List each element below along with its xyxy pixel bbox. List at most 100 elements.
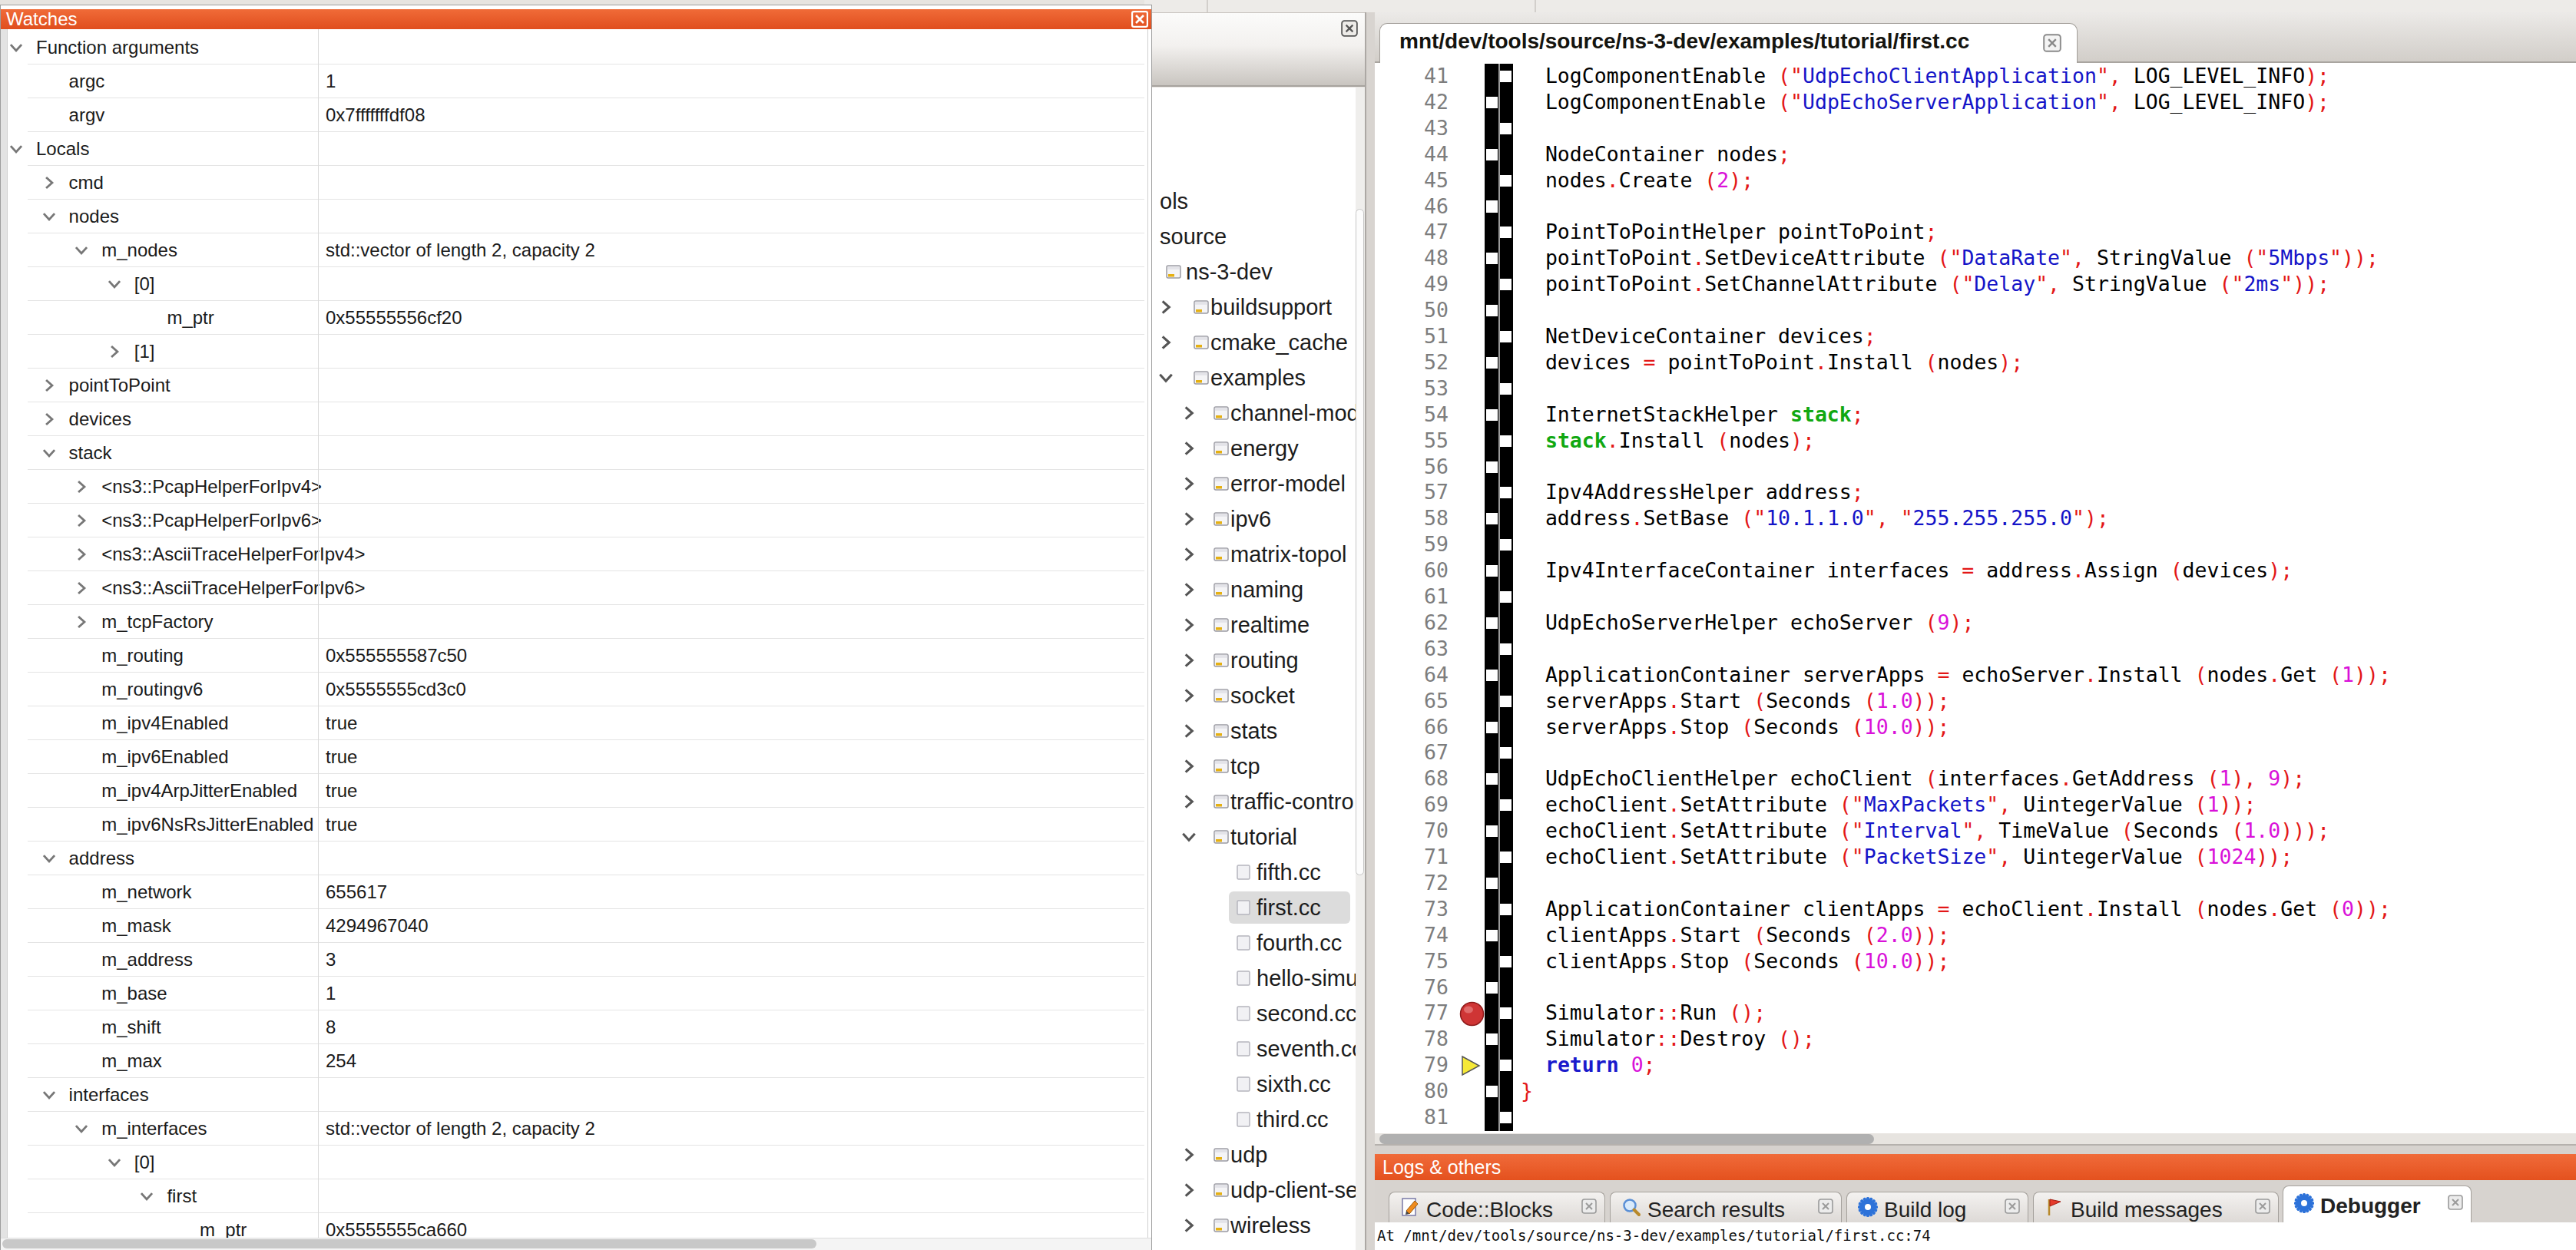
watch-row[interactable]: m_tcpFactory	[8, 605, 1147, 639]
tree-item-tcp[interactable]: tcp	[1151, 749, 1356, 784]
chevron-right-icon[interactable]	[1180, 1216, 1198, 1238]
tree-item-seventh.cc[interactable]: seventh.cc	[1151, 1031, 1356, 1066]
chevron-right-icon[interactable]	[1180, 439, 1198, 461]
logs-tab-code-blocks[interactable]: Code::Blocks	[1389, 1192, 1605, 1222]
chevron-right-icon[interactable]	[1180, 651, 1198, 673]
tree-item-naming[interactable]: naming	[1151, 572, 1356, 607]
chevron-down-icon[interactable]	[1157, 369, 1175, 390]
chevron-right-icon[interactable]	[1180, 510, 1198, 531]
chevron-down-icon[interactable]	[41, 445, 58, 465]
watch-row[interactable]: <ns3::PcapHelperForIpv6>	[8, 504, 1147, 537]
chevron-right-icon[interactable]	[106, 343, 123, 363]
watch-row[interactable]: m_ipv6Enabledtrue	[8, 740, 1147, 774]
watch-row[interactable]: Locals	[8, 132, 1147, 166]
watch-row[interactable]: argc1	[8, 64, 1147, 98]
watch-row[interactable]: first	[8, 1179, 1147, 1213]
chevron-right-icon[interactable]	[1180, 1146, 1198, 1167]
watch-row[interactable]: m_address3	[8, 943, 1147, 977]
tree-item-third.cc[interactable]: third.cc	[1151, 1102, 1356, 1137]
chevron-right-icon[interactable]	[73, 546, 90, 566]
chevron-right-icon[interactable]	[73, 580, 90, 600]
chevron-right-icon[interactable]	[41, 377, 58, 397]
watches-hscroll-thumb[interactable]	[2, 1239, 816, 1248]
tree-item-ipv6[interactable]: ipv6	[1151, 501, 1356, 537]
watch-row[interactable]: <ns3::AsciiTraceHelperForIpv4>	[8, 537, 1147, 571]
tree-item-traffic-contro[interactable]: traffic-contro	[1151, 784, 1356, 819]
project-scrollbar-thumb[interactable]	[1356, 209, 1364, 875]
chevron-right-icon[interactable]	[1180, 616, 1198, 637]
chevron-down-icon[interactable]	[106, 276, 123, 296]
chevron-right-icon[interactable]	[41, 411, 58, 431]
chevron-right-icon[interactable]	[1180, 686, 1198, 708]
tree-item-tutorial[interactable]: tutorial	[1151, 819, 1356, 855]
chevron-right-icon[interactable]	[1180, 545, 1198, 567]
watch-row[interactable]: m_ptr0x55555556cf20	[8, 301, 1147, 335]
project-pane-close-button[interactable]	[1341, 20, 1358, 40]
chevron-down-icon[interactable]	[138, 1188, 155, 1208]
watch-row[interactable]: m_shift8	[8, 1010, 1147, 1044]
tree-item-ns-3-dev[interactable]: ns-3-dev	[1151, 254, 1356, 289]
chevron-right-icon[interactable]	[1180, 1181, 1198, 1202]
watches-close-button[interactable]	[1131, 11, 1148, 31]
tree-item-fifth.cc[interactable]: fifth.cc	[1151, 855, 1356, 890]
chevron-down-icon[interactable]	[106, 1154, 123, 1174]
chevron-down-icon[interactable]	[41, 850, 58, 870]
watch-row[interactable]: <ns3::PcapHelperForIpv4>	[8, 470, 1147, 504]
watch-row[interactable]: stack	[8, 436, 1147, 470]
logs-tab-build-messages[interactable]: Build messages	[2033, 1192, 2279, 1222]
tree-item-error-model[interactable]: error-model	[1151, 466, 1356, 501]
chevron-down-icon[interactable]	[41, 208, 58, 228]
chevron-right-icon[interactable]	[41, 174, 58, 194]
chevron-right-icon[interactable]	[73, 512, 90, 532]
chevron-right-icon[interactable]	[1180, 757, 1198, 779]
tree-item-buildsupport[interactable]: buildsupport	[1151, 289, 1356, 325]
tree-item-stats[interactable]: stats	[1151, 713, 1356, 749]
chevron-down-icon[interactable]	[73, 1120, 90, 1140]
watch-row[interactable]: m_base1	[8, 977, 1147, 1010]
watch-row[interactable]: m_max254	[8, 1044, 1147, 1078]
close-icon[interactable]	[2255, 1199, 2270, 1217]
tree-item-channel-mod[interactable]: channel-mod	[1151, 395, 1356, 431]
tree-item-udp[interactable]: udp	[1151, 1137, 1356, 1172]
chevron-right-icon[interactable]	[73, 478, 90, 498]
watch-row[interactable]: m_network655617	[8, 875, 1147, 909]
chevron-down-icon[interactable]	[8, 141, 25, 160]
watch-row[interactable]: m_interfacesstd::vector of length 2, cap…	[8, 1112, 1147, 1146]
chevron-right-icon[interactable]	[1180, 475, 1198, 496]
watch-row[interactable]: address	[8, 842, 1147, 875]
tree-item-hello-simul[interactable]: hello-simul	[1151, 961, 1356, 996]
chevron-down-icon[interactable]	[1180, 828, 1198, 849]
tree-item-ols[interactable]: ols	[1151, 184, 1356, 219]
tree-item-second.cc[interactable]: second.cc	[1151, 996, 1356, 1031]
chevron-down-icon[interactable]	[73, 242, 90, 262]
watch-row[interactable]: [0]	[8, 1146, 1147, 1179]
watches-titlebar[interactable]	[1, 9, 1151, 29]
watch-row[interactable]: devices	[8, 402, 1147, 436]
tree-item-socket[interactable]: socket	[1151, 678, 1356, 713]
chevron-right-icon[interactable]	[1157, 333, 1175, 355]
chevron-right-icon[interactable]	[1180, 792, 1198, 814]
tree-item-fourth.cc[interactable]: fourth.cc	[1151, 925, 1356, 961]
close-icon[interactable]	[1581, 1199, 1597, 1217]
chevron-right-icon[interactable]	[1180, 722, 1198, 743]
breakpoint-icon[interactable]	[1459, 1001, 1485, 1030]
watch-row[interactable]: m_routing0x555555587c50	[8, 639, 1147, 673]
chevron-right-icon[interactable]	[1180, 580, 1198, 602]
editor-hscroll-thumb[interactable]	[1379, 1134, 1874, 1144]
watches-column-divider[interactable]	[318, 29, 319, 1238]
watch-row[interactable]: interfaces	[8, 1078, 1147, 1112]
watch-row[interactable]: pointToPoint	[8, 369, 1147, 402]
tree-item-matrix-topol[interactable]: matrix-topol	[1151, 537, 1356, 572]
tree-item-udp-client-se[interactable]: udp-client-se	[1151, 1172, 1356, 1208]
watch-row[interactable]: m_ipv4Enabledtrue	[8, 706, 1147, 740]
tree-item-cmake_cache[interactable]: cmake_cache	[1151, 325, 1356, 360]
chevron-right-icon[interactable]	[1157, 298, 1175, 319]
watch-row[interactable]: cmd	[8, 166, 1147, 200]
close-icon[interactable]	[2448, 1195, 2463, 1213]
close-icon[interactable]	[1818, 1199, 1833, 1217]
watch-row[interactable]: argv0x7fffffffdf08	[8, 98, 1147, 132]
editor-tab-close-icon[interactable]	[2043, 34, 2061, 55]
watch-row[interactable]: [1]	[8, 335, 1147, 369]
pane-splitter[interactable]	[1366, 12, 1375, 1250]
logs-titlebar[interactable]	[1375, 1154, 2576, 1180]
